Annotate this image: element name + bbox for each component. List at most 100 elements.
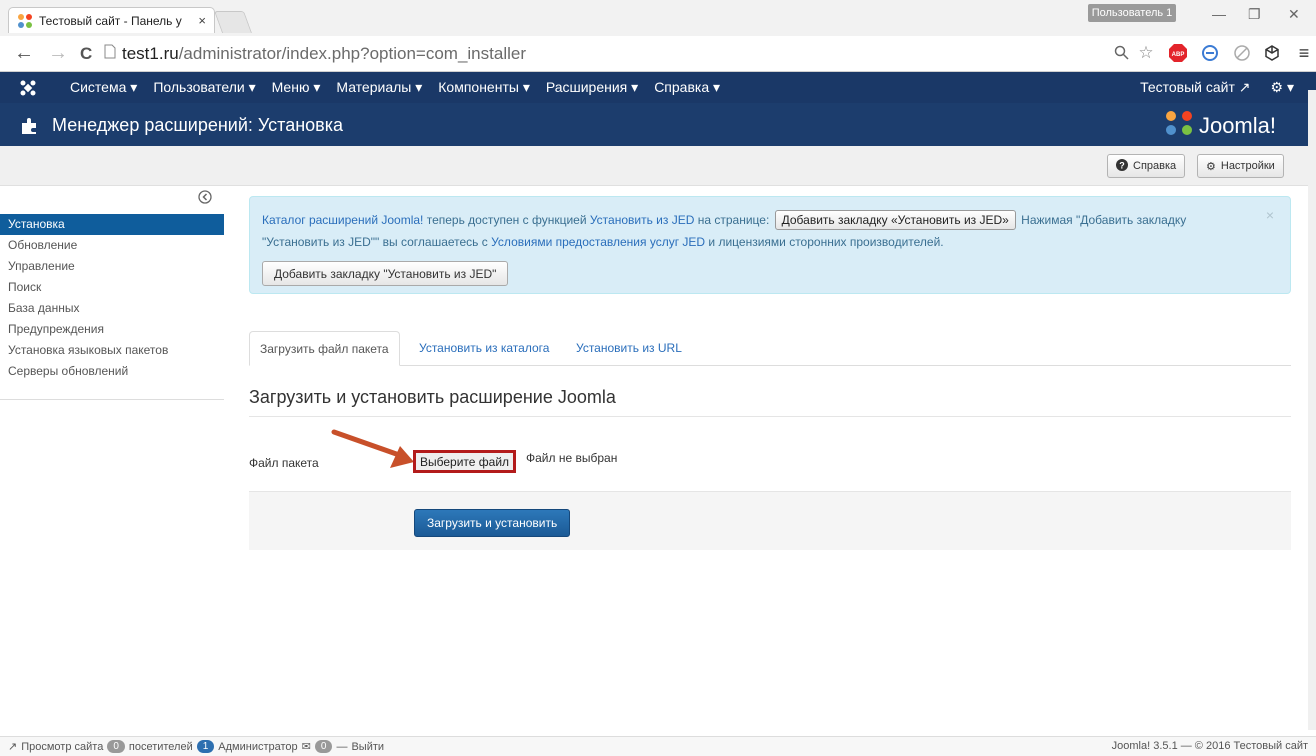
alert-line-2: "Установить из JED"" вы соглашаетесь с У… xyxy=(262,235,944,249)
jed-tos-link[interactable]: Условиями предоставления услуг JED xyxy=(491,235,705,249)
sidebar-item-warnings[interactable]: Предупреждения xyxy=(0,319,224,340)
puzzle-icon xyxy=(20,115,40,138)
annotation-arrow-icon xyxy=(331,429,414,468)
url-host: test1.ru xyxy=(122,44,179,63)
alert-text: теперь доступен с функцией xyxy=(423,213,590,227)
minimize-icon[interactable]: — xyxy=(1212,6,1226,22)
external-link-icon: ↗ xyxy=(8,741,18,753)
alert-close-icon[interactable]: × xyxy=(1266,207,1274,223)
add-tab-inline-button[interactable]: Добавить закладку «Установить из JED» xyxy=(774,210,1016,230)
settings-gear-icon[interactable]: ⚙ ▾ xyxy=(1271,79,1294,96)
zoom-icon[interactable] xyxy=(1112,43,1132,63)
sidebar: Установка Обновление Управление Поиск Ба… xyxy=(0,188,224,400)
menu-users[interactable]: Пользователи ▾ xyxy=(153,79,255,96)
joomla-brand-icon xyxy=(1165,110,1193,142)
joomla-favicon-icon xyxy=(17,13,33,29)
add-jed-tab-button[interactable]: Добавить закладку "Установить из JED" xyxy=(262,261,509,286)
sync-icon[interactable] xyxy=(1200,43,1220,63)
joomla-brand-text: Joomla! xyxy=(1198,113,1276,138)
tab-close-icon[interactable]: × xyxy=(198,13,206,28)
joomla-logo-icon[interactable] xyxy=(20,80,36,99)
menu-menus[interactable]: Меню ▾ xyxy=(272,79,321,96)
svg-text:?: ? xyxy=(1119,160,1125,170)
page-icon xyxy=(104,44,116,64)
sidebar-item-install[interactable]: Установка xyxy=(0,214,224,235)
bookmark-star-icon[interactable]: ☆ xyxy=(1136,43,1156,63)
sidebar-item-languages[interactable]: Установка языковых пакетов xyxy=(0,340,224,361)
tab-upload-package[interactable]: Загрузить файл пакета xyxy=(249,331,400,366)
menu-content[interactable]: Материалы ▾ xyxy=(336,79,422,96)
view-site-link[interactable]: Просмотр сайта xyxy=(21,741,103,753)
window-close-icon[interactable]: ✕ xyxy=(1288,6,1300,23)
admins-label: Администратор xyxy=(218,740,298,753)
alert-text: и лицензиями сторонних производителей. xyxy=(705,235,944,249)
sidebar-item-update-sites[interactable]: Серверы обновлений xyxy=(0,361,224,382)
status-bar: ↗ Просмотр сайта 0 посетителей 1 Админис… xyxy=(0,736,1316,756)
form-legend: Загрузить и установить расширение Joomla xyxy=(249,387,1291,417)
joomla-brand: Joomla! xyxy=(1165,110,1276,142)
form-actions: Загрузить и установить xyxy=(249,491,1291,550)
upload-install-button[interactable]: Загрузить и установить xyxy=(414,509,571,537)
no-file-selected-text: Файл не выбран xyxy=(526,451,618,465)
copyright: Joomla! 3.5.1 — © 2016 Тестовый сайт xyxy=(1111,740,1308,752)
messages-badge: 0 xyxy=(314,740,333,753)
sidebar-item-update[interactable]: Обновление xyxy=(0,235,224,256)
choose-file-button[interactable]: Выберите файл xyxy=(413,450,517,473)
alert-text: "Установить из JED"" вы соглашаетесь с xyxy=(262,235,492,249)
menu-extensions[interactable]: Расширения ▾ xyxy=(546,79,638,96)
options-label: Настройки xyxy=(1220,160,1275,172)
page-toolbar: ? Справка ⚙ Настройки xyxy=(0,146,1316,186)
navbar-right: Тестовый сайт ↗ ⚙ ▾ xyxy=(1140,72,1294,103)
visitors-badge: 0 xyxy=(107,740,125,753)
options-button[interactable]: ⚙ Настройки xyxy=(1197,154,1284,178)
browser-tab-title: Тестовый сайт - Панель у xyxy=(39,13,182,28)
restore-icon[interactable]: ❐ xyxy=(1248,6,1261,23)
envelope-icon[interactable]: ✉ xyxy=(302,740,311,753)
install-from-jed-link[interactable]: Установить из JED xyxy=(590,213,695,227)
alert-line-1: Каталог расширений Joomla! теперь доступ… xyxy=(262,210,1262,230)
jed-info-alert: Каталог расширений Joomla! теперь доступ… xyxy=(249,196,1291,294)
browser-tabstrip: Тестовый сайт - Панель у × Пользователь … xyxy=(0,0,1316,36)
menu-help[interactable]: Справка ▾ xyxy=(654,79,720,96)
alert-text: Нажимая "Добавить закладку xyxy=(1017,213,1187,227)
logout-dash: — xyxy=(336,740,348,753)
tab-install-from-web[interactable]: Установить из каталога xyxy=(409,331,559,366)
help-label: Справка xyxy=(1133,160,1177,172)
help-button[interactable]: ? Справка xyxy=(1107,154,1186,178)
sidebar-item-database[interactable]: База данных xyxy=(0,298,224,319)
site-link[interactable]: Тестовый сайт ↗ xyxy=(1140,79,1250,96)
url-path: /administrator/index.php?option=com_inst… xyxy=(178,44,526,63)
menu-system[interactable]: Система ▾ xyxy=(70,79,137,96)
forward-icon[interactable]: → xyxy=(48,42,68,65)
back-icon[interactable]: ← xyxy=(14,42,34,65)
sidebar-item-manage[interactable]: Управление xyxy=(0,256,224,277)
alert-text: на странице: xyxy=(694,213,773,227)
browser-tab[interactable]: Тестовый сайт - Панель у × xyxy=(8,7,215,33)
install-tabs: Загрузить файл пакета Установить из ката… xyxy=(249,331,1291,366)
adblock-icon[interactable]: ABP xyxy=(1168,43,1188,63)
browser-menu-icon[interactable]: ≡ xyxy=(1294,43,1314,63)
package-file-label: Файл пакета xyxy=(249,456,319,470)
question-circle-icon: ? xyxy=(1116,158,1128,174)
page-title: Менеджер расширений: Установка xyxy=(52,115,343,135)
url-input[interactable]: test1.ru/administrator/index.php?option=… xyxy=(104,42,1094,66)
logout-link[interactable]: Выйти xyxy=(351,741,384,753)
tab-install-from-url[interactable]: Установить из URL xyxy=(566,331,692,366)
disabled-extension-icon[interactable] xyxy=(1232,43,1252,63)
page-scrollbar[interactable] xyxy=(1308,90,1316,730)
visitors-label: посетителей xyxy=(128,740,193,753)
sidebar-item-discover[interactable]: Поиск xyxy=(0,277,224,298)
sidebar-nav: Установка Обновление Управление Поиск Ба… xyxy=(0,214,224,382)
browser-user-badge[interactable]: Пользователь 1 xyxy=(1088,4,1176,22)
browser-toolbar: ← → C test1.ru/administrator/index.php?o… xyxy=(0,36,1316,72)
main-menu: Система ▾ Пользователи ▾ Меню ▾ Материал… xyxy=(70,72,720,103)
jed-catalog-link[interactable]: Каталог расширений Joomla! xyxy=(262,213,423,227)
page-header: Менеджер расширений: Установка Joomla! xyxy=(0,103,1316,146)
collapse-sidebar-icon[interactable] xyxy=(198,190,212,204)
new-tab-button[interactable] xyxy=(213,11,253,33)
reload-icon[interactable]: C xyxy=(80,44,92,64)
menu-components[interactable]: Компоненты ▾ xyxy=(438,79,530,96)
status-left: ↗ Просмотр сайта 0 посетителей 1 Админис… xyxy=(8,740,384,753)
admin-navbar: Система ▾ Пользователи ▾ Меню ▾ Материал… xyxy=(0,72,1316,103)
cube-extension-icon[interactable] xyxy=(1262,43,1282,63)
